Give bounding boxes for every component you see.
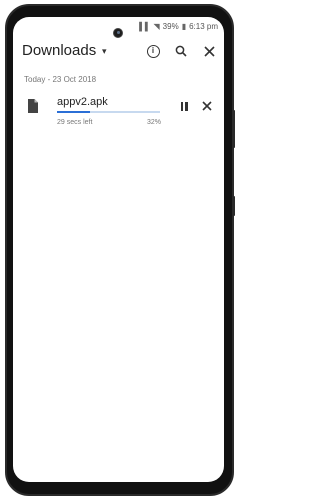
file-icon bbox=[28, 99, 38, 113]
info-button[interactable]: i bbox=[145, 43, 161, 59]
signal-icon: ▌▌ bbox=[139, 21, 151, 31]
section-date-header: Today - 23 Oct 2018 bbox=[24, 75, 97, 84]
battery-icon: ▮ bbox=[181, 21, 187, 31]
chevron-down-icon[interactable]: ▾ bbox=[102, 46, 107, 57]
volume-button bbox=[232, 110, 235, 148]
cancel-download-button[interactable] bbox=[201, 99, 215, 113]
progress-fill bbox=[57, 111, 90, 113]
progress-bar bbox=[57, 111, 160, 113]
download-row[interactable]: appv2.apk 29 secs left 32% bbox=[13, 91, 224, 131]
page-title: Downloads bbox=[22, 42, 97, 59]
status-time: 6:13 pm bbox=[189, 21, 218, 31]
info-icon: i bbox=[146, 44, 160, 58]
search-button[interactable] bbox=[173, 43, 189, 59]
close-icon bbox=[203, 45, 215, 57]
front-camera bbox=[113, 28, 123, 38]
progress-percent: 32% bbox=[146, 119, 161, 126]
pause-button[interactable] bbox=[178, 100, 190, 112]
file-name: appv2.apk bbox=[57, 96, 108, 108]
screen: ▌▌ ◥ 39% ▮ 6:13 pm Downloads ▾ i Today -… bbox=[13, 17, 224, 482]
app-bar: Downloads ▾ i bbox=[13, 39, 224, 65]
pause-icon bbox=[180, 101, 183, 111]
close-icon bbox=[202, 101, 212, 111]
battery-percent: 39% bbox=[162, 21, 179, 31]
power-button bbox=[232, 196, 235, 216]
close-button[interactable] bbox=[201, 43, 217, 59]
time-remaining: 29 secs left bbox=[57, 119, 93, 126]
wifi-icon: ◥ bbox=[153, 21, 160, 31]
search-icon bbox=[175, 45, 187, 57]
